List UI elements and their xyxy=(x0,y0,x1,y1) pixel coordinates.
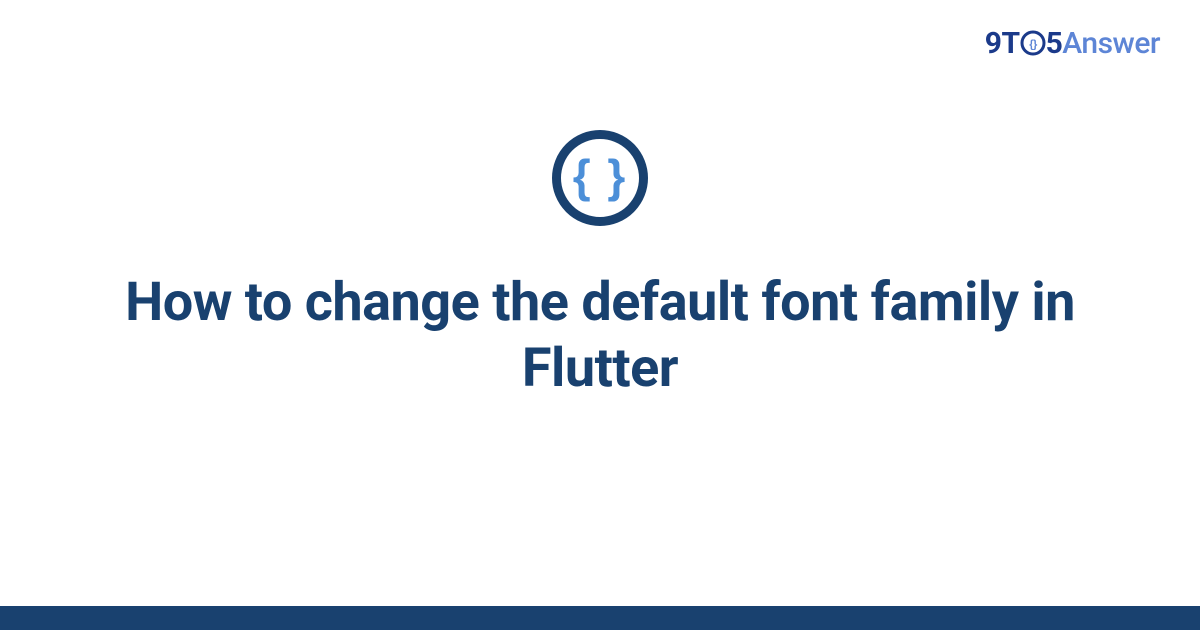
svg-text:{}: {} xyxy=(1029,39,1038,51)
brand-logo: 9T {} 5Answer xyxy=(985,26,1160,61)
braces-glyph: { } xyxy=(573,153,628,199)
brand-o-icon: {} xyxy=(1020,30,1046,56)
brand-prefix: 9T xyxy=(985,26,1020,61)
code-braces-icon: { } xyxy=(552,130,648,226)
brand-suffix: Answer xyxy=(1062,26,1160,61)
page-title: How to change the default font family in… xyxy=(120,270,1080,402)
main-content: { } How to change the default font famil… xyxy=(0,130,1200,402)
brand-middle-digit: 5 xyxy=(1046,26,1063,61)
footer-accent-bar xyxy=(0,606,1200,630)
